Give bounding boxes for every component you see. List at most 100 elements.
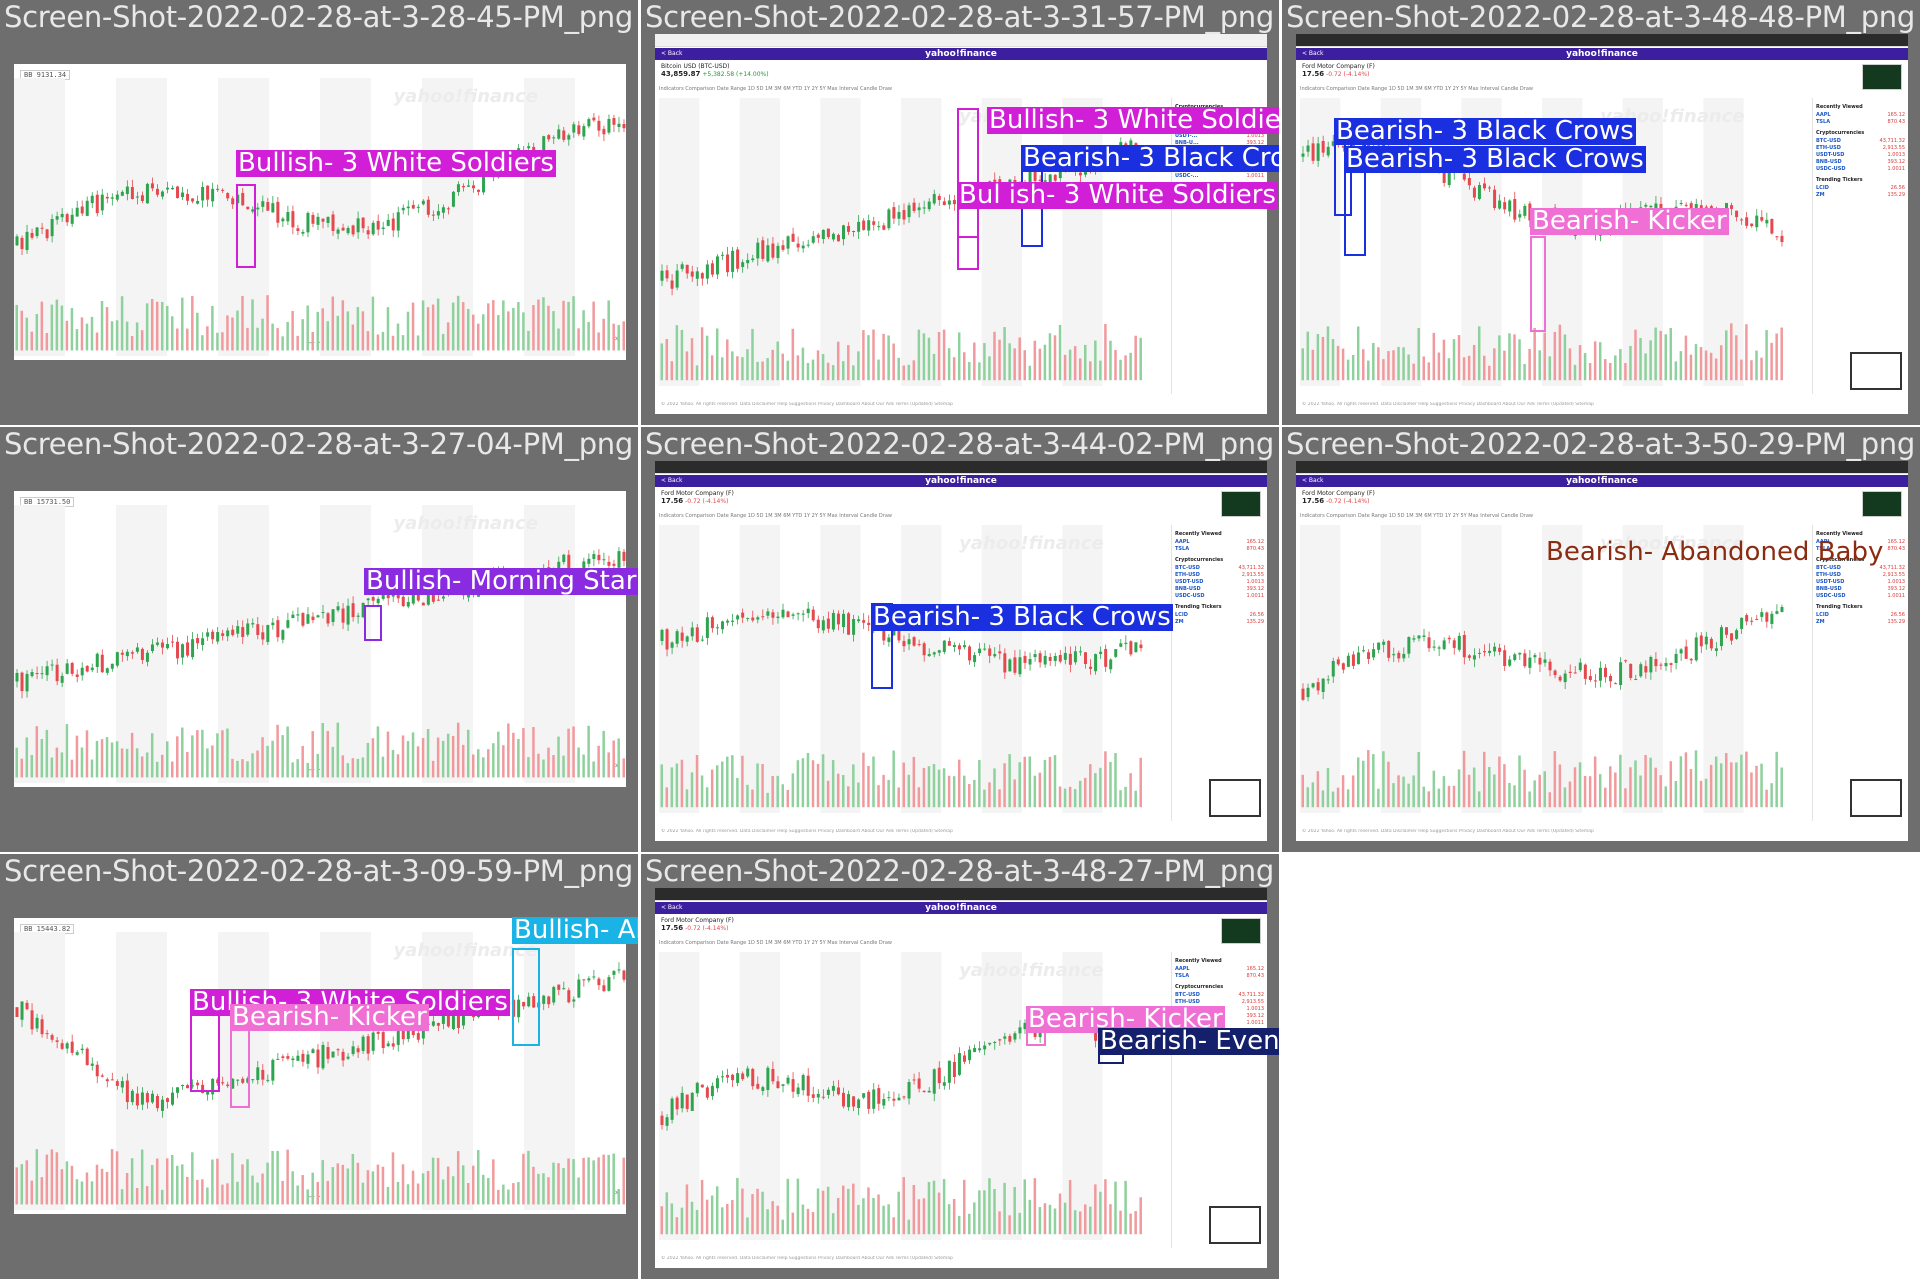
quote-row[interactable]: BNB-USD393.12 [1816,159,1905,166]
quote-row[interactable]: TSLA 870.43 [1816,119,1905,126]
candle [1750,620,1754,622]
volume-bar [771,1201,774,1235]
candle [316,216,320,225]
quote-price: 870.43 [1246,973,1265,979]
candle [1689,658,1693,661]
video-thumbnail[interactable] [1850,352,1902,390]
volume-bar [1402,776,1405,808]
quote-row[interactable]: ZM135.29 [1816,192,1905,199]
candlestick-chart[interactable] [659,98,1143,386]
quote-row[interactable]: USDT-USD1.0013 [1175,579,1264,586]
volume-bar [1306,331,1310,381]
back-link[interactable]: < Back [1302,475,1324,487]
quote-row[interactable]: ZM135.29 [1175,619,1264,626]
candlestick-chart[interactable] [1300,525,1784,813]
quote-row[interactable]: BNB-USD393.12 [1175,586,1264,593]
volume-bar [963,775,966,808]
quote-row[interactable]: AAPL 165.12 [1816,112,1905,119]
quote-row[interactable]: LCID26.56 [1175,612,1264,619]
video-thumbnail[interactable] [1209,1206,1261,1244]
candle [306,614,310,624]
quote-row[interactable]: ZM135.29 [1816,619,1905,626]
quote-symbol: USDT-USD [1175,579,1204,585]
volume-bar [1078,780,1082,808]
volume-bar [751,328,754,381]
quote-row[interactable]: USDC-USD1.0011 [1816,593,1905,600]
chart-toolbar[interactable]: Indicators Comparison Date Range 1D 5D 1… [659,940,1263,949]
quote-row[interactable]: BNB-USD393.12 [1816,586,1905,593]
quote-price: 870.43 [1887,546,1906,552]
quote-row[interactable]: TSLA 870.43 [1175,546,1264,553]
back-link[interactable]: < Back [661,48,683,60]
chart-toolbar[interactable]: Indicators Comparison Date Range 1D 5D 1… [659,513,1263,522]
chart-toolbar[interactable]: Indicators Comparison Date Range 1D 5D 1… [1300,86,1904,95]
quote-row[interactable]: LCID26.56 [1816,185,1905,192]
volume-bar [1068,349,1072,381]
volume-bar [150,1165,154,1205]
quote-row[interactable]: USDT-USD1.0013 [1816,152,1905,159]
candlestick-chart[interactable] [659,525,1143,813]
volume-bar [336,1163,340,1205]
quote-row[interactable]: ETH-USD 2,913.55 [1175,572,1264,579]
candle [973,1047,977,1052]
quote-row[interactable]: LCID26.56 [1816,612,1905,619]
back-link[interactable]: < Back [661,475,683,487]
volume-bar [356,307,360,351]
volume-bar [396,1181,400,1205]
ad-banner[interactable] [1221,918,1261,944]
chart-toolbar[interactable]: Indicators Comparison Date Range 1D 5D 1… [1300,513,1904,522]
candle [120,652,124,655]
ad-banner[interactable] [1862,64,1902,90]
ad-banner[interactable] [1221,491,1261,517]
quote-row[interactable]: AAPL 165.12 [1175,966,1264,973]
volume-bar [391,749,395,778]
grid-band [820,98,861,386]
volume-bar [993,1188,996,1235]
quote-row[interactable]: BTC-USD 43,711.32 [1175,565,1264,572]
volume-bar [25,1160,29,1205]
candlestick-chart[interactable] [14,78,626,356]
volume-bar [887,1204,890,1235]
quote-row[interactable]: TSLA 870.43 [1175,973,1264,980]
candle [120,1081,124,1088]
volume-bar [1669,327,1673,381]
candle [326,613,330,624]
candlestick-chart[interactable] [14,505,626,783]
volume-bar [331,746,335,778]
video-thumbnail[interactable] [1850,779,1902,817]
chart-toolbar[interactable]: Indicators Comparison Date Range 1D 5D 1… [659,86,1263,95]
volume-bar [947,775,951,808]
candle [1780,235,1784,243]
video-thumbnail[interactable] [1209,779,1261,817]
back-link[interactable]: < Back [1302,48,1324,60]
candle [872,221,876,225]
ad-banner[interactable] [1862,491,1902,517]
candle [221,189,225,191]
candle [821,229,825,239]
quote-row[interactable]: USDC-USD1.0011 [1175,593,1264,600]
quote-row[interactable]: ETH-USD 2,913.55 [1816,145,1905,152]
quote-row[interactable]: USDT-USD1.0013 [1816,579,1905,586]
volume-bar [726,339,729,381]
quote-row[interactable]: BTC-USD 43,711.32 [1816,138,1905,145]
quote-row[interactable]: AAPL 165.12 [1175,539,1264,546]
volume-bar [306,305,309,351]
candle [842,225,845,240]
back-link[interactable]: < Back [661,902,683,914]
volume-bar [20,1164,24,1205]
volume-bar [562,300,565,351]
candlestick-chart[interactable] [659,952,1143,1240]
volume-bar [361,757,365,778]
volume-bar [517,1182,520,1205]
quote-row[interactable]: USDC-...1.0011 [1175,173,1264,180]
quote-row[interactable]: ETH-USD 2,913.55 [1816,572,1905,579]
candle [461,185,465,188]
candle [907,639,911,645]
sidebar-section-title: Recently Viewed [1816,104,1863,110]
volume-bar [50,304,54,351]
volume-bar [597,332,600,351]
volume-bar [376,334,380,351]
quote-row[interactable]: USDC-USD1.0011 [1816,166,1905,173]
quote-row[interactable]: BTC-USD 43,711.32 [1175,992,1264,999]
volume-bar [55,1152,59,1205]
